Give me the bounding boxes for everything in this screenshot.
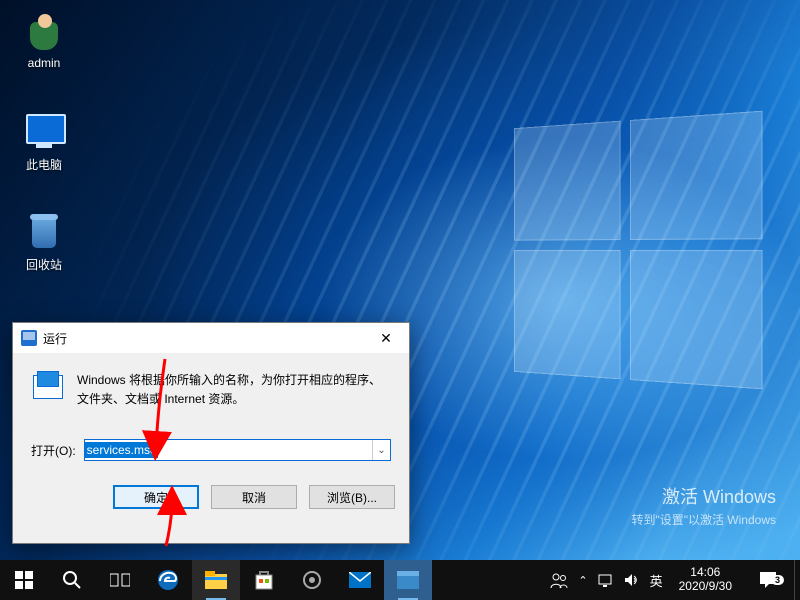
run-app-icon bbox=[31, 371, 65, 403]
wallpaper-windows-logo bbox=[514, 111, 762, 390]
tray-people-icon[interactable] bbox=[550, 571, 568, 589]
mail-icon bbox=[349, 572, 371, 588]
activation-watermark: 激活 Windows 转到"设置"以激活 Windows bbox=[631, 483, 776, 528]
store-icon bbox=[254, 570, 274, 590]
run-description: Windows 将根据你所输入的名称，为你打开相应的程序、文件夹、文档或 Int… bbox=[77, 371, 391, 409]
tray-network-icon[interactable] bbox=[598, 572, 614, 588]
desktop[interactable]: admin 此电脑 回收站 新 激活 Windows 转到"设置"以激活 Win… bbox=[0, 0, 800, 600]
notification-badge: 3 bbox=[771, 575, 784, 585]
chevron-down-icon[interactable]: ⌄ bbox=[372, 440, 390, 460]
taskbar-app-active-window[interactable] bbox=[384, 560, 432, 600]
open-combobox[interactable]: services.msc ⌄ bbox=[84, 439, 391, 461]
start-button[interactable] bbox=[0, 560, 48, 600]
desktop-icon-label: 此电脑 bbox=[6, 156, 82, 173]
edge-icon bbox=[157, 569, 179, 591]
run-title: 运行 bbox=[43, 330, 67, 347]
run-dialog: 运行 ✕ Windows 将根据你所输入的名称，为你打开相应的程序、文件夹、文档… bbox=[12, 322, 410, 544]
tray-volume-icon[interactable] bbox=[624, 572, 640, 588]
cancel-button[interactable]: 取消 bbox=[211, 485, 297, 509]
tray-overflow-chevron-icon[interactable]: ⌃ bbox=[578, 574, 587, 587]
open-input-value[interactable]: services.msc bbox=[85, 442, 158, 458]
desktop-icon-admin[interactable]: admin bbox=[6, 10, 82, 70]
open-label: 打开(O): bbox=[31, 442, 76, 459]
show-desktop-button[interactable] bbox=[794, 560, 800, 600]
browse-button[interactable]: 浏览(B)... bbox=[309, 485, 395, 509]
windows-logo-icon bbox=[15, 571, 33, 589]
taskbar: ⌃ 英 14:06 2020/9/30 3 bbox=[0, 560, 800, 600]
tray-clock[interactable]: 14:06 2020/9/30 bbox=[673, 566, 738, 594]
taskbar-app-edge[interactable] bbox=[144, 560, 192, 600]
tray-date: 2020/9/30 bbox=[679, 580, 732, 594]
file-explorer-icon bbox=[205, 571, 227, 589]
task-view-button[interactable] bbox=[96, 560, 144, 600]
taskbar-app-store[interactable] bbox=[240, 560, 288, 600]
action-center-button[interactable]: 3 bbox=[748, 571, 788, 589]
gear-icon bbox=[302, 570, 322, 590]
watermark-title: 激活 Windows bbox=[631, 483, 776, 509]
user-folder-icon bbox=[20, 10, 68, 52]
this-pc-icon bbox=[20, 110, 68, 152]
task-view-icon bbox=[110, 572, 130, 588]
ok-button[interactable]: 确定 bbox=[113, 485, 199, 509]
watermark-subtitle: 转到"设置"以激活 Windows bbox=[631, 511, 776, 528]
search-icon bbox=[62, 570, 82, 590]
system-tray: ⌃ 英 14:06 2020/9/30 3 bbox=[544, 560, 794, 600]
search-button[interactable] bbox=[48, 560, 96, 600]
desktop-icon-recycle-bin[interactable]: 回收站 bbox=[6, 210, 82, 273]
taskbar-app-mail[interactable] bbox=[336, 560, 384, 600]
taskbar-app-explorer[interactable] bbox=[192, 560, 240, 600]
window-icon bbox=[397, 571, 419, 589]
close-button[interactable]: ✕ bbox=[363, 323, 409, 353]
close-icon: ✕ bbox=[380, 330, 392, 347]
tray-time: 14:06 bbox=[679, 566, 732, 580]
desktop-icon-label: admin bbox=[6, 56, 82, 70]
tray-ime-indicator[interactable]: 英 bbox=[650, 571, 663, 590]
run-titlebar[interactable]: 运行 ✕ bbox=[13, 323, 409, 353]
recycle-bin-icon bbox=[20, 210, 68, 252]
taskbar-app-settings[interactable] bbox=[288, 560, 336, 600]
run-title-icon bbox=[21, 330, 37, 346]
desktop-icon-this-pc[interactable]: 此电脑 bbox=[6, 110, 82, 173]
desktop-icon-label: 回收站 bbox=[6, 256, 82, 273]
